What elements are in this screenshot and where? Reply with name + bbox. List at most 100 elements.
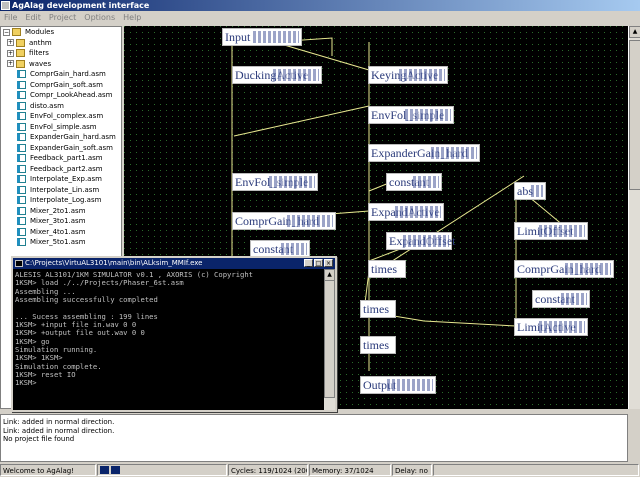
node-ducking-active[interactable]: DuckingActive — [232, 66, 322, 84]
status-extra — [433, 464, 639, 476]
progress-block — [100, 466, 109, 474]
canvas-scrollbar[interactable]: ▲ — [628, 26, 640, 409]
node-envfol-simple[interactable]: EnvFol_simple — [232, 173, 318, 191]
tree-file[interactable]: Interpolate_Lin.asm — [1, 185, 121, 196]
chip-icon — [561, 293, 587, 305]
node-expandergain-hard[interactable]: ExpanderGain_hard — [368, 144, 480, 162]
tree-file-label: ComprGain_hard.asm — [30, 70, 106, 78]
tree-file[interactable]: ExpanderGain_hard.asm — [1, 132, 121, 143]
log-line: Link: added in normal direction. — [3, 418, 115, 426]
asm-file-icon — [17, 227, 26, 236]
tree-root-label: Modules — [25, 28, 55, 36]
chip-icon — [395, 206, 441, 218]
tree-file-label: Mixer_4to1.asm — [30, 227, 86, 236]
console-line: Assembling successfully completed — [15, 295, 158, 305]
tree-file-label: Interpolate_Exp.asm — [30, 175, 102, 183]
menu-edit[interactable]: Edit — [25, 12, 41, 24]
chip-icon — [539, 321, 585, 333]
tree-folder-label: filters — [29, 49, 49, 57]
node-envfol-simple[interactable]: EnvFol_simple — [368, 106, 454, 124]
menu-help[interactable]: Help — [123, 12, 141, 24]
minimize-icon[interactable]: _ — [304, 259, 313, 267]
tree-file-label: ComprGain_soft.asm — [30, 80, 103, 89]
node-constant[interactable]: constant — [532, 290, 590, 308]
tree-file-label: Interpolate_Log.asm — [30, 196, 102, 204]
tree-file[interactable]: Mixer_3to1.asm — [1, 216, 121, 227]
tree-file[interactable]: ExpanderGain_soft.asm — [1, 143, 121, 154]
tree-file[interactable]: ComprGain_soft.asm — [1, 80, 121, 91]
folder-icon — [16, 38, 25, 47]
tree-file[interactable]: EnvFol_simple.asm — [1, 122, 121, 133]
tree-folder[interactable]: + waves — [1, 59, 121, 70]
simulator-console-window[interactable]: C:\Projects\VirtuAL3101\main\bin\ALksim_… — [11, 256, 337, 412]
expand-icon[interactable]: + — [7, 39, 14, 47]
chip-icon — [539, 225, 585, 237]
chip-icon — [431, 147, 477, 159]
chip-icon — [287, 215, 333, 227]
chip-icon — [387, 379, 433, 391]
menu-file[interactable]: File — [4, 12, 17, 24]
chip-icon — [413, 176, 439, 188]
close-icon[interactable]: × — [324, 259, 333, 267]
tree-file[interactable]: Feedback_part1.asm — [1, 153, 121, 164]
log-line: Link: added in normal direction. — [3, 426, 115, 435]
node-comprgain-hard[interactable]: ComprGain_hard — [232, 212, 336, 230]
folder-icon — [16, 49, 25, 58]
console-output: ALESIS AL3101/1KM SIMULATOR v0.1 , AXORI… — [15, 271, 324, 408]
asm-file-icon — [17, 70, 26, 79]
console-scrollbar[interactable]: ▲ — [324, 269, 335, 410]
node-limit-active[interactable]: LimitActive — [514, 318, 588, 336]
tree-file[interactable]: Feedback_part2.asm — [1, 164, 121, 175]
node-comprgain-hard[interactable]: ComprGain_hard — [514, 260, 614, 278]
scroll-up-icon[interactable]: ▲ — [629, 26, 640, 38]
node-times[interactable]: times — [368, 260, 406, 278]
tree-file[interactable]: Interpolate_Log.asm — [1, 195, 121, 206]
node-keying-active[interactable]: KeyingActive — [368, 66, 448, 84]
node-abs[interactable]: abs — [514, 182, 546, 200]
node-expand-active[interactable]: ExpandActive — [368, 203, 444, 221]
asm-file-icon — [17, 185, 26, 194]
tree-file[interactable]: Mixer_5to1.asm — [1, 237, 121, 248]
tree-file-label: Compr_LookAhead.asm — [30, 91, 113, 99]
tree-file-label: Mixer_2to1.asm — [30, 206, 86, 215]
node-label: times — [363, 302, 389, 316]
scroll-thumb[interactable] — [629, 40, 640, 190]
scroll-thumb[interactable] — [324, 280, 335, 398]
log-scrollbar[interactable] — [628, 414, 640, 462]
menu-project[interactable]: Project — [49, 12, 76, 24]
asm-file-icon — [17, 175, 26, 184]
tree-file[interactable]: Mixer_4to1.asm — [1, 227, 121, 238]
expand-icon[interactable]: + — [7, 60, 14, 68]
maximize-icon[interactable]: □ — [314, 259, 323, 267]
progress-bar — [97, 464, 227, 476]
tree-folder[interactable]: + filters — [1, 48, 121, 59]
tree-folder[interactable]: + anthm — [1, 38, 121, 49]
node-input[interactable]: Input — [222, 28, 302, 46]
tree-file[interactable]: Interpolate_Exp.asm — [1, 174, 121, 185]
tree-file[interactable]: disto.asm — [1, 101, 121, 112]
expand-icon[interactable]: + — [7, 49, 14, 57]
asm-file-icon — [17, 206, 26, 215]
node-expand-offset[interactable]: ExpandOffset — [386, 232, 455, 250]
folder-icon — [12, 28, 21, 37]
collapse-icon[interactable]: − — [3, 28, 10, 36]
console-title-bar[interactable]: C:\Projects\VirtuAL3101\main\bin\ALksim_… — [13, 258, 335, 269]
chip-icon — [253, 31, 299, 43]
tree-file[interactable]: Compr_LookAhead.asm — [1, 90, 121, 101]
node-times[interactable]: times — [360, 300, 396, 318]
status-welcome: Welcome to AgAlag! — [0, 464, 96, 476]
asm-file-icon — [17, 154, 26, 163]
tree-file[interactable]: Mixer_2to1.asm — [1, 206, 121, 217]
progress-block — [111, 466, 120, 474]
node-output[interactable]: Output — [360, 376, 436, 394]
status-delay: Delay: no — [392, 464, 432, 476]
chip-icon — [269, 176, 315, 188]
tree-root[interactable]: − Modules — [1, 27, 121, 38]
node-times[interactable]: times — [360, 336, 396, 354]
node-limit-offset[interactable]: LimitOffset — [514, 222, 588, 240]
tree-file[interactable]: EnvFol_complex.asm — [1, 111, 121, 122]
node-constant[interactable]: constant — [386, 173, 442, 191]
tree-file[interactable]: ComprGain_hard.asm — [1, 69, 121, 80]
tree-file-label: disto.asm — [30, 101, 64, 110]
menu-options[interactable]: Options — [84, 12, 115, 24]
